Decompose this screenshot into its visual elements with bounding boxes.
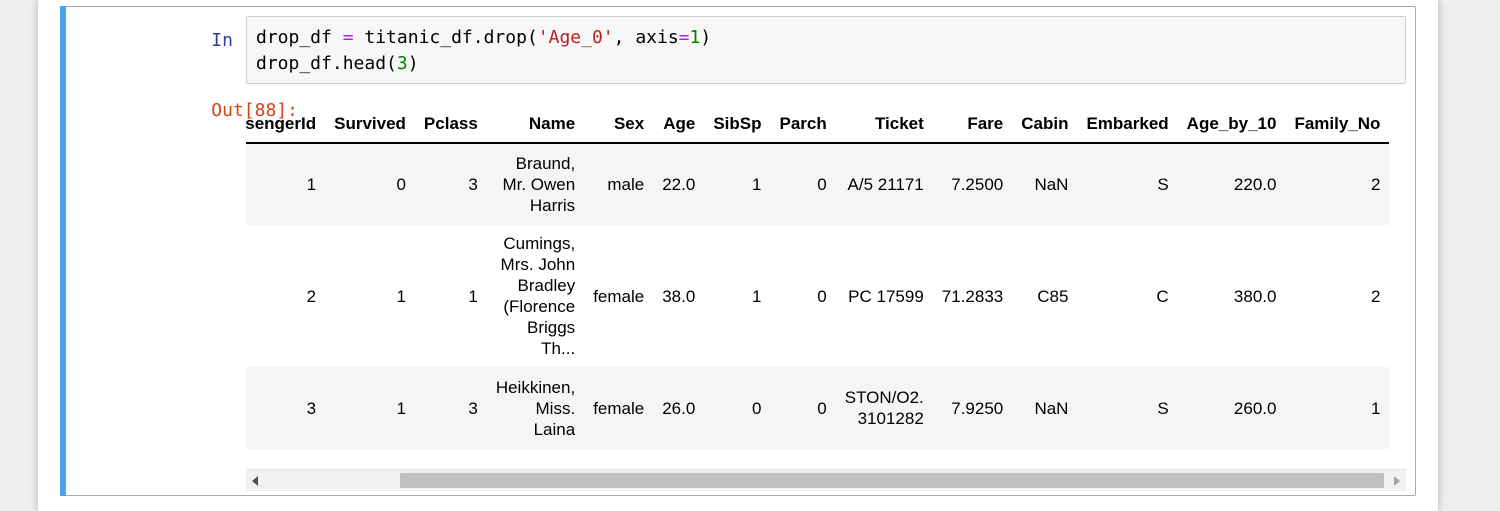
table-cell: female bbox=[584, 225, 654, 367]
code-line: drop_df = titanic_df.drop('Age_0', axis=… bbox=[256, 27, 712, 48]
column-header: Pclass bbox=[414, 109, 487, 144]
table-cell: 0 bbox=[770, 367, 836, 449]
column-header: Parch bbox=[770, 109, 836, 144]
column-header: Fare bbox=[932, 109, 1013, 144]
table-cell: 1 bbox=[704, 143, 771, 225]
table-cell: 2 bbox=[1285, 225, 1390, 367]
horizontal-scrollbar[interactable] bbox=[246, 469, 1406, 491]
scroll-thumb[interactable] bbox=[399, 473, 1384, 488]
column-header: Family_No bbox=[1285, 109, 1390, 144]
table-cell: 1 bbox=[704, 225, 771, 367]
column-header: Age bbox=[653, 109, 705, 144]
table-row: 1 0 3 Braund, Mr. Owen Harris male 22.0 … bbox=[246, 143, 1390, 225]
table-cell: 1 bbox=[246, 143, 326, 225]
table-cell: 2 bbox=[1285, 143, 1390, 225]
table-cell: 0 bbox=[770, 143, 836, 225]
table-cell: 26.0 bbox=[653, 367, 705, 449]
table-cell: C bbox=[1077, 225, 1178, 367]
table-cell: S bbox=[1077, 367, 1178, 449]
code-editor[interactable]: drop_df = titanic_df.drop('Age_0', axis=… bbox=[246, 16, 1406, 84]
table-cell: 1 bbox=[325, 367, 415, 449]
table-row: 2 1 1 Cumings, Mrs. John Bradley (Floren… bbox=[246, 225, 1390, 367]
table-cell: 3 bbox=[246, 367, 326, 449]
scroll-track[interactable] bbox=[268, 473, 1384, 488]
table-cell: 3 bbox=[414, 143, 487, 225]
column-header: Name bbox=[486, 109, 585, 144]
table-row: 3 1 3 Heikkinen, Miss. Laina female 26.0… bbox=[246, 367, 1390, 449]
scroll-right-arrow-icon[interactable] bbox=[1394, 476, 1400, 486]
table-cell: PC 17599 bbox=[835, 225, 933, 367]
table-cell: NaN bbox=[1012, 367, 1078, 449]
table-cell: 3 bbox=[414, 367, 487, 449]
notebook-cell[interactable]: In [88]: Out[88]: drop_df = titanic_df.d… bbox=[60, 6, 1416, 496]
dataframe-output: PassengerId Survived Pclass Name Sex Age… bbox=[246, 109, 1406, 469]
table-cell: 71.2833 bbox=[932, 225, 1013, 367]
table-cell: female bbox=[584, 367, 654, 449]
table-cell: 220.0 bbox=[1177, 143, 1286, 225]
table-cell: S bbox=[1077, 143, 1178, 225]
column-header: Ticket bbox=[835, 109, 933, 144]
dataframe-table: PassengerId Survived Pclass Name Sex Age… bbox=[246, 109, 1390, 449]
table-cell: NaN bbox=[1012, 143, 1078, 225]
table-cell: 2 bbox=[246, 225, 326, 367]
table-cell: 0 bbox=[770, 225, 836, 367]
table-cell: 7.2500 bbox=[932, 143, 1013, 225]
column-header: Cabin bbox=[1012, 109, 1078, 144]
table-cell: 1 bbox=[1285, 367, 1390, 449]
table-cell: male bbox=[584, 143, 654, 225]
column-header: Survived bbox=[325, 109, 415, 144]
table-cell: 0 bbox=[325, 143, 415, 225]
table-cell: 1 bbox=[325, 225, 415, 367]
table-cell: 260.0 bbox=[1177, 367, 1286, 449]
column-header: PassengerId bbox=[246, 109, 326, 144]
table-cell: Braund, Mr. Owen Harris bbox=[486, 143, 585, 225]
table-cell: STON/O2. 3101282 bbox=[835, 367, 933, 449]
column-header: Sex bbox=[584, 109, 654, 144]
table-cell: 1 bbox=[414, 225, 487, 367]
table-cell: 22.0 bbox=[653, 143, 705, 225]
selected-cell-indicator bbox=[60, 6, 66, 496]
table-cell: 380.0 bbox=[1177, 225, 1286, 367]
table-cell: Cumings, Mrs. John Bradley (Florence Bri… bbox=[486, 225, 585, 367]
table-cell: 7.9250 bbox=[932, 367, 1013, 449]
column-header: Age_by_10 bbox=[1177, 109, 1286, 144]
table-cell: A/5 21171 bbox=[835, 143, 933, 225]
column-header: SibSp bbox=[704, 109, 771, 144]
table-cell: 38.0 bbox=[653, 225, 705, 367]
table-cell: C85 bbox=[1012, 225, 1078, 367]
code-line: drop_df.head(3) bbox=[256, 53, 419, 74]
scroll-left-arrow-icon[interactable] bbox=[252, 476, 258, 486]
table-cell: 0 bbox=[704, 367, 771, 449]
table-header-row: PassengerId Survived Pclass Name Sex Age… bbox=[246, 109, 1390, 144]
column-header: Embarked bbox=[1077, 109, 1178, 144]
table-cell: Heikkinen, Miss. Laina bbox=[486, 367, 585, 449]
